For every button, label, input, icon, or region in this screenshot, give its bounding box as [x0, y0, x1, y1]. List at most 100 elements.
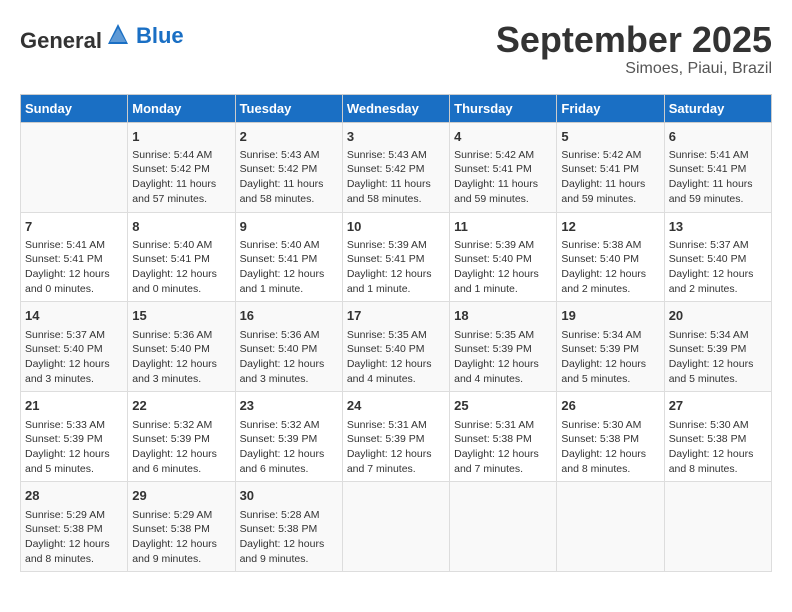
page-header: General Blue September 2025 Simoes, Piau…: [20, 20, 772, 78]
calendar-body: 1 Sunrise: 5:44 AM Sunset: 5:42 PM Daylig…: [21, 122, 772, 572]
calendar-week-row: 28 Sunrise: 5:29 AM Sunset: 5:38 PM Dayli…: [21, 482, 772, 572]
calendar-cell: [450, 482, 557, 572]
calendar-cell: 22 Sunrise: 5:32 AM Sunset: 5:39 PM Dayli…: [128, 392, 235, 482]
calendar-cell: 28 Sunrise: 5:29 AM Sunset: 5:38 PM Dayli…: [21, 482, 128, 572]
day-number: 2: [240, 128, 338, 146]
calendar-cell: 7 Sunrise: 5:41 AM Sunset: 5:41 PM Daylig…: [21, 212, 128, 302]
header-tuesday: Tuesday: [235, 94, 342, 122]
day-number: 21: [25, 397, 123, 415]
day-number: 25: [454, 397, 552, 415]
day-number: 12: [561, 218, 659, 236]
calendar-header-row: SundayMondayTuesdayWednesdayThursdayFrid…: [21, 94, 772, 122]
calendar-cell: 26 Sunrise: 5:30 AM Sunset: 5:38 PM Dayli…: [557, 392, 664, 482]
calendar-week-row: 1 Sunrise: 5:44 AM Sunset: 5:42 PM Daylig…: [21, 122, 772, 212]
day-number: 6: [669, 128, 767, 146]
day-info: Sunrise: 5:32 AM Sunset: 5:39 PM Dayligh…: [132, 418, 230, 477]
calendar-cell: [664, 482, 771, 572]
calendar-cell: 6 Sunrise: 5:41 AM Sunset: 5:41 PM Daylig…: [664, 122, 771, 212]
calendar-cell: 13Sunrise: 5:37 AM Sunset: 5:40 PM Dayli…: [664, 212, 771, 302]
calendar-cell: 27 Sunrise: 5:30 AM Sunset: 5:38 PM Dayli…: [664, 392, 771, 482]
calendar-cell: 3Sunrise: 5:43 AM Sunset: 5:42 PM Daylig…: [342, 122, 449, 212]
day-info: Sunrise: 5:32 AM Sunset: 5:39 PM Dayligh…: [240, 418, 338, 477]
day-info: Sunrise: 5:29 AM Sunset: 5:38 PM Dayligh…: [25, 508, 123, 567]
calendar-cell: 9 Sunrise: 5:40 AM Sunset: 5:41 PM Daylig…: [235, 212, 342, 302]
day-info: Sunrise: 5:34 AM Sunset: 5:39 PM Dayligh…: [561, 328, 659, 387]
day-number: 14: [25, 307, 123, 325]
day-info: Sunrise: 5:42 AM Sunset: 5:41 PM Dayligh…: [561, 148, 659, 207]
calendar-cell: 25Sunrise: 5:31 AM Sunset: 5:38 PM Dayli…: [450, 392, 557, 482]
day-info: Sunrise: 5:40 AM Sunset: 5:41 PM Dayligh…: [240, 238, 338, 297]
calendar-cell: 5 Sunrise: 5:42 AM Sunset: 5:41 PM Daylig…: [557, 122, 664, 212]
calendar-week-row: 21 Sunrise: 5:33 AM Sunset: 5:39 PM Dayli…: [21, 392, 772, 482]
day-info: Sunrise: 5:34 AM Sunset: 5:39 PM Dayligh…: [669, 328, 767, 387]
day-number: 1: [132, 128, 230, 146]
calendar-cell: 29Sunrise: 5:29 AM Sunset: 5:38 PM Dayli…: [128, 482, 235, 572]
calendar-cell: 4 Sunrise: 5:42 AM Sunset: 5:41 PM Daylig…: [450, 122, 557, 212]
day-number: 27: [669, 397, 767, 415]
day-number: 23: [240, 397, 338, 415]
calendar-cell: 8 Sunrise: 5:40 AM Sunset: 5:41 PM Daylig…: [128, 212, 235, 302]
logo-blue: Blue: [136, 23, 184, 48]
day-number: 28: [25, 487, 123, 505]
month-title: September 2025: [496, 20, 772, 60]
day-number: 24: [347, 397, 445, 415]
day-number: 5: [561, 128, 659, 146]
calendar-cell: 16 Sunrise: 5:36 AM Sunset: 5:40 PM Dayli…: [235, 302, 342, 392]
day-number: 8: [132, 218, 230, 236]
calendar-cell: 1 Sunrise: 5:44 AM Sunset: 5:42 PM Daylig…: [128, 122, 235, 212]
calendar-cell: 2 Sunrise: 5:43 AM Sunset: 5:42 PM Daylig…: [235, 122, 342, 212]
day-info: Sunrise: 5:35 AM Sunset: 5:40 PM Dayligh…: [347, 328, 445, 387]
day-info: Sunrise: 5:35 AM Sunset: 5:39 PM Dayligh…: [454, 328, 552, 387]
day-info: Sunrise: 5:43 AM Sunset: 5:42 PM Dayligh…: [240, 148, 338, 207]
logo-general: General: [20, 28, 102, 53]
day-info: Sunrise: 5:41 AM Sunset: 5:41 PM Dayligh…: [25, 238, 123, 297]
day-number: 9: [240, 218, 338, 236]
day-number: 10: [347, 218, 445, 236]
calendar-cell: 17Sunrise: 5:35 AM Sunset: 5:40 PM Dayli…: [342, 302, 449, 392]
day-number: 18: [454, 307, 552, 325]
day-number: 4: [454, 128, 552, 146]
calendar-cell: 24 Sunrise: 5:31 AM Sunset: 5:39 PM Dayli…: [342, 392, 449, 482]
day-info: Sunrise: 5:29 AM Sunset: 5:38 PM Dayligh…: [132, 508, 230, 567]
day-info: Sunrise: 5:42 AM Sunset: 5:41 PM Dayligh…: [454, 148, 552, 207]
header-saturday: Saturday: [664, 94, 771, 122]
calendar-cell: 10Sunrise: 5:39 AM Sunset: 5:41 PM Dayli…: [342, 212, 449, 302]
day-info: Sunrise: 5:36 AM Sunset: 5:40 PM Dayligh…: [240, 328, 338, 387]
calendar-cell: 20 Sunrise: 5:34 AM Sunset: 5:39 PM Dayli…: [664, 302, 771, 392]
day-number: 20: [669, 307, 767, 325]
day-info: Sunrise: 5:36 AM Sunset: 5:40 PM Dayligh…: [132, 328, 230, 387]
calendar-week-row: 14 Sunrise: 5:37 AM Sunset: 5:40 PM Dayli…: [21, 302, 772, 392]
day-info: Sunrise: 5:30 AM Sunset: 5:38 PM Dayligh…: [669, 418, 767, 477]
day-number: 22: [132, 397, 230, 415]
calendar-cell: [557, 482, 664, 572]
title-block: September 2025 Simoes, Piaui, Brazil: [496, 20, 772, 78]
day-number: 26: [561, 397, 659, 415]
day-info: Sunrise: 5:39 AM Sunset: 5:40 PM Dayligh…: [454, 238, 552, 297]
logo: General Blue: [20, 20, 184, 53]
day-info: Sunrise: 5:41 AM Sunset: 5:41 PM Dayligh…: [669, 148, 767, 207]
calendar-week-row: 7 Sunrise: 5:41 AM Sunset: 5:41 PM Daylig…: [21, 212, 772, 302]
day-number: 16: [240, 307, 338, 325]
calendar-cell: 12Sunrise: 5:38 AM Sunset: 5:40 PM Dayli…: [557, 212, 664, 302]
day-info: Sunrise: 5:30 AM Sunset: 5:38 PM Dayligh…: [561, 418, 659, 477]
day-info: Sunrise: 5:37 AM Sunset: 5:40 PM Dayligh…: [25, 328, 123, 387]
logo-icon: [104, 20, 132, 48]
calendar-cell: 15 Sunrise: 5:36 AM Sunset: 5:40 PM Dayli…: [128, 302, 235, 392]
header-friday: Friday: [557, 94, 664, 122]
day-number: 7: [25, 218, 123, 236]
header-thursday: Thursday: [450, 94, 557, 122]
location-subtitle: Simoes, Piaui, Brazil: [496, 60, 772, 78]
calendar-table: SundayMondayTuesdayWednesdayThursdayFrid…: [20, 94, 772, 573]
day-number: 13: [669, 218, 767, 236]
calendar-cell: 18 Sunrise: 5:35 AM Sunset: 5:39 PM Dayli…: [450, 302, 557, 392]
header-wednesday: Wednesday: [342, 94, 449, 122]
calendar-cell: 21 Sunrise: 5:33 AM Sunset: 5:39 PM Dayli…: [21, 392, 128, 482]
day-info: Sunrise: 5:31 AM Sunset: 5:39 PM Dayligh…: [347, 418, 445, 477]
day-info: Sunrise: 5:33 AM Sunset: 5:39 PM Dayligh…: [25, 418, 123, 477]
calendar-cell: 23 Sunrise: 5:32 AM Sunset: 5:39 PM Dayli…: [235, 392, 342, 482]
day-number: 15: [132, 307, 230, 325]
day-info: Sunrise: 5:40 AM Sunset: 5:41 PM Dayligh…: [132, 238, 230, 297]
day-info: Sunrise: 5:44 AM Sunset: 5:42 PM Dayligh…: [132, 148, 230, 207]
day-number: 3: [347, 128, 445, 146]
calendar-cell: 19Sunrise: 5:34 AM Sunset: 5:39 PM Dayli…: [557, 302, 664, 392]
